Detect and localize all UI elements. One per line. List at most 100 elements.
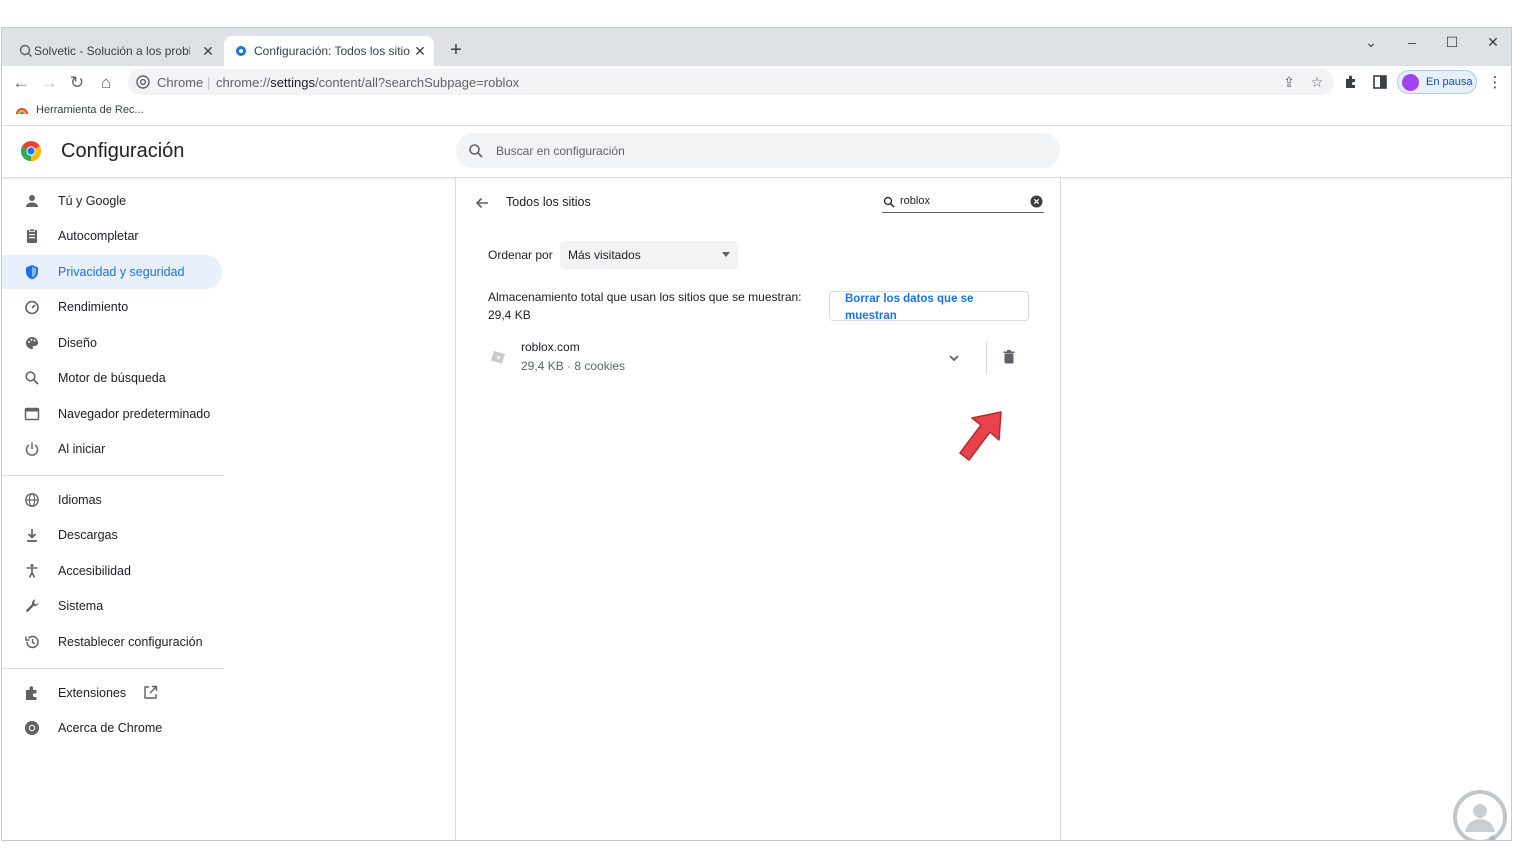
all-sites-card: Todos los sitios Ordenar por Más visitad… — [455, 178, 1061, 840]
search-icon — [469, 144, 483, 158]
menu-icon[interactable]: ⋮ — [1486, 74, 1504, 92]
sidebar-item-accessibility[interactable]: Accesibilidad — [2, 554, 222, 588]
sidebar-item-label: Restablecer configuración — [58, 635, 203, 649]
sidebar-item-extensions[interactable]: Extensiones — [2, 676, 222, 710]
clear-displayed-data-button[interactable]: Borrar los datos que se muestran — [829, 291, 1029, 322]
shield-icon — [26, 265, 38, 280]
sort-value: Más visitados — [568, 248, 641, 262]
sidebar-item-label: Idiomas — [58, 493, 102, 507]
tab-settings[interactable]: Configuración: Todos los sitios ✕ — [224, 36, 434, 66]
tab-strip: Solvetic - Solución a los problem ✕ Conf… — [2, 28, 1511, 66]
profile-label: En pausa — [1426, 76, 1473, 88]
clear-icon[interactable] — [1030, 195, 1043, 208]
chrome-icon — [25, 721, 39, 735]
person-icon — [26, 195, 38, 207]
sidebar-item-downloads[interactable]: Descargas — [2, 518, 222, 552]
wrench-icon — [25, 599, 39, 613]
sidebar-item-label: Navegador predeterminado — [58, 407, 211, 421]
site-row[interactable]: roblox.com 29,4 KB · 8 cookies — [486, 338, 1032, 378]
restore-icon — [25, 635, 39, 649]
trash-icon[interactable] — [1001, 349, 1017, 365]
side-panel-icon[interactable] — [1371, 74, 1389, 92]
download-icon — [27, 529, 37, 542]
search-icon — [25, 371, 39, 385]
star-icon[interactable]: ☆ — [1309, 74, 1325, 90]
sidebar-item-label: Acerca de Chrome — [58, 721, 163, 735]
tab-title: Configuración: Todos los sitios — [254, 44, 410, 58]
sidebar-item-about-chrome[interactable]: Acerca de Chrome — [2, 711, 222, 745]
avatar — [1402, 74, 1419, 91]
sidebar-item-privacy[interactable]: Privacidad y seguridad — [2, 255, 222, 289]
sidebar-item-label: Tú y Google — [58, 194, 127, 208]
sidebar-item-label: Al iniciar — [58, 442, 106, 456]
annotation-arrow-icon — [959, 411, 1002, 461]
filter-input[interactable] — [900, 193, 1020, 209]
browser-window: Solvetic - Solución a los problem ✕ Conf… — [1, 27, 1512, 841]
sidebar-item-label: Autocompletar — [58, 229, 139, 243]
reload-icon[interactable]: ↻ — [66, 72, 88, 94]
clipboard-icon — [27, 228, 37, 243]
bookmark-item[interactable]: Herramienta de Rec... — [16, 104, 144, 116]
rainbow-icon — [16, 108, 28, 115]
accessibility-icon — [26, 564, 38, 578]
sidebar-item-label: Rendimiento — [58, 300, 129, 314]
close-icon[interactable]: ✕ — [200, 43, 216, 59]
bookmarks-bar: Herramienta de Rec... — [2, 100, 1511, 126]
sidebar-item-system[interactable]: Sistema — [2, 589, 222, 623]
sort-label: Ordenar por — [488, 248, 553, 262]
extensions-icon[interactable] — [1342, 74, 1360, 92]
new-tab-button[interactable]: + — [446, 40, 466, 60]
site-name: roblox.com — [521, 340, 580, 354]
close-icon[interactable]: ✕ — [412, 43, 428, 59]
address-bar[interactable]: Chrome | chrome://settings/content/all?s… — [128, 69, 1334, 95]
back-arrow-icon[interactable] — [474, 195, 490, 211]
sidebar-item-search-engine[interactable]: Motor de búsqueda — [2, 361, 222, 395]
chevron-down-icon[interactable] — [946, 350, 962, 366]
back-icon[interactable]: ← — [10, 72, 32, 94]
sidebar-item-label: Motor de búsqueda — [58, 371, 166, 385]
sidebar-item-label: Diseño — [58, 336, 97, 350]
settings-search[interactable] — [456, 133, 1060, 168]
sidebar-item-label: Accesibilidad — [58, 564, 131, 578]
sidebar-item-label: Descargas — [58, 528, 118, 542]
search-icon — [883, 196, 895, 208]
divider — [986, 342, 987, 374]
tab-solvetic[interactable]: Solvetic - Solución a los problem ✕ — [16, 36, 222, 66]
profile-button[interactable]: En pausa — [1397, 70, 1477, 94]
power-icon — [25, 442, 39, 456]
bookmark-label: Herramienta de Rec... — [36, 104, 144, 116]
sidebar: Tú y Google Autocompletar Privacidad y s… — [2, 178, 230, 840]
sidebar-item-label: Privacidad y seguridad — [58, 265, 185, 279]
sidebar-item-performance[interactable]: Rendimiento — [2, 290, 222, 324]
sidebar-item-label: Extensiones — [58, 686, 127, 700]
maximize-icon[interactable]: ☐ — [1438, 32, 1466, 52]
sidebar-item-autofill[interactable]: Autocompletar — [2, 219, 222, 253]
sidebar-item-reset[interactable]: Restablecer configuración — [2, 625, 222, 659]
omnibox-separator: | — [207, 75, 211, 90]
home-icon[interactable]: ⌂ — [95, 72, 117, 94]
solvetic-favicon-icon — [19, 44, 32, 57]
speedometer-icon — [25, 300, 39, 315]
chevron-down-icon — [722, 252, 730, 257]
sidebar-item-on-startup[interactable]: Al iniciar — [2, 432, 222, 466]
sort-select[interactable]: Más visitados — [560, 241, 738, 269]
search-input[interactable] — [496, 141, 1036, 161]
share-icon[interactable]: ⇪ — [1281, 74, 1297, 90]
solvetic-watermark-icon — [1453, 790, 1507, 840]
tab-search-chevron-icon[interactable]: ⌄ — [1357, 32, 1385, 52]
sidebar-item-default-browser[interactable]: Navegador predeterminado — [2, 397, 222, 431]
minimize-icon[interactable]: – — [1398, 32, 1426, 52]
sidebar-item-appearance[interactable]: Diseño — [2, 326, 222, 360]
roblox-favicon-icon — [491, 351, 505, 364]
browser-icon — [24, 407, 40, 421]
forward-icon[interactable]: → — [38, 72, 60, 94]
sidebar-item-languages[interactable]: Idiomas — [2, 483, 222, 517]
sidebar-item-you-and-google[interactable]: Tú y Google — [2, 184, 222, 218]
gear-icon — [236, 46, 246, 56]
chrome-icon — [136, 75, 150, 89]
palette-icon — [26, 337, 38, 349]
sidebar-item-label: Sistema — [58, 599, 104, 613]
subpage-title: Todos los sitios — [506, 195, 591, 209]
site-filter[interactable] — [882, 191, 1044, 213]
window-close-icon[interactable]: ✕ — [1479, 32, 1507, 52]
